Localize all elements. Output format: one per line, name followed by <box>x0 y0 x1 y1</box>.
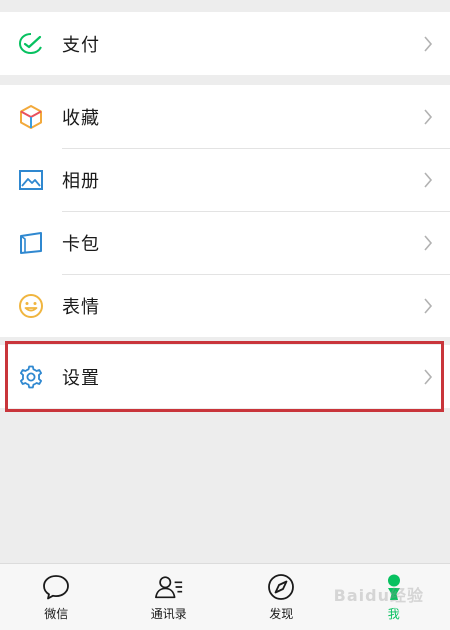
menu-label-stickers: 表情 <box>62 296 100 318</box>
menu-row-cards[interactable]: 卡包 <box>0 211 450 274</box>
menu-row-album[interactable]: 相册 <box>0 148 450 211</box>
menu-label-settings: 设置 <box>62 367 100 389</box>
chevron-right-icon <box>422 296 434 316</box>
contacts-icon <box>154 572 184 602</box>
chevron-right-icon <box>422 107 434 127</box>
tab-me[interactable]: 我 <box>338 564 450 630</box>
bottom-tab-bar: 微信 通讯录 发现 我 <box>0 563 450 630</box>
menu-row-stickers[interactable]: 表情 <box>0 274 450 337</box>
wallet-check-icon <box>17 30 45 58</box>
tab-label-wechat: 微信 <box>44 607 69 621</box>
chevron-right-icon <box>422 170 434 190</box>
smiley-icon <box>17 292 45 320</box>
menu-label-cards: 卡包 <box>62 233 100 255</box>
card-wallet-icon <box>17 229 45 257</box>
cube-icon <box>17 103 45 131</box>
tab-discover[interactable]: 发现 <box>225 564 338 630</box>
tab-label-discover: 发现 <box>269 607 294 621</box>
features-group: 收藏 相册 卡包 表情 <box>0 85 450 337</box>
tab-wechat[interactable]: 微信 <box>0 564 113 630</box>
tab-contacts[interactable]: 通讯录 <box>113 564 226 630</box>
settings-group: 设置 <box>0 345 450 408</box>
tab-label-contacts: 通讯录 <box>150 607 187 621</box>
image-icon <box>17 166 45 194</box>
tab-label-me: 我 <box>387 607 400 621</box>
menu-label-favorites: 收藏 <box>62 107 100 129</box>
chevron-right-icon <box>422 233 434 253</box>
me-page: 支付 收藏 相册 卡包 表情 设置 微信 通讯录 发现 我 Baidu经验 <box>0 0 450 630</box>
menu-row-settings[interactable]: 设置 <box>0 345 450 408</box>
pay-group: 支付 <box>0 12 450 75</box>
menu-row-pay[interactable]: 支付 <box>0 12 450 75</box>
chevron-right-icon <box>422 367 434 387</box>
gear-icon <box>17 363 45 391</box>
menu-row-favorites[interactable]: 收藏 <box>0 85 450 148</box>
menu-label-album: 相册 <box>62 170 100 192</box>
person-icon <box>379 572 409 602</box>
chat-bubble-icon <box>41 572 71 602</box>
menu-label-pay: 支付 <box>62 34 100 56</box>
chevron-right-icon <box>422 34 434 54</box>
compass-icon <box>266 572 296 602</box>
